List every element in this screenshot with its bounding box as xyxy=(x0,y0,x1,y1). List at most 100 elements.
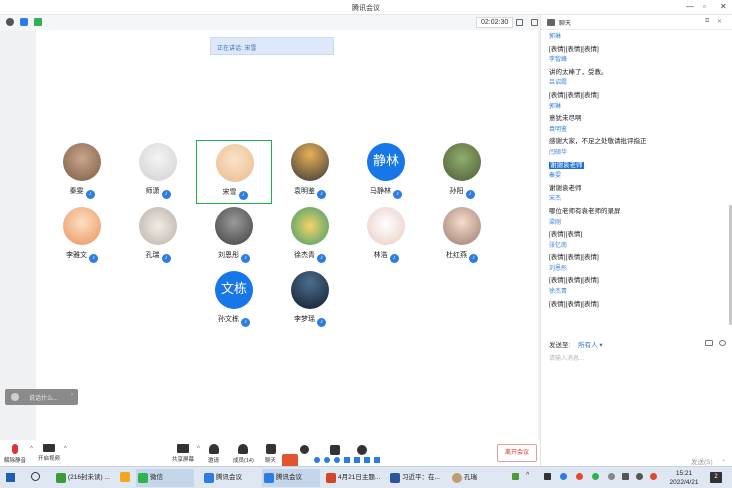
mic-icon: ♪ xyxy=(469,254,478,263)
apps-icon[interactable] xyxy=(330,445,340,455)
network-icon[interactable] xyxy=(636,473,643,480)
avatar xyxy=(291,207,329,245)
chevron-up-icon[interactable]: ^ xyxy=(197,446,200,452)
invite-button[interactable]: 邀请 xyxy=(208,444,219,464)
chat-sender: 刘恩彤 xyxy=(549,265,568,272)
participant-tile[interactable]: 孔瑞 ♪ xyxy=(120,204,196,268)
tray-expand-icon[interactable]: ^ xyxy=(526,472,529,479)
tray-app-icon[interactable] xyxy=(576,473,583,480)
send-button[interactable]: 发送(S) xyxy=(691,456,713,466)
taskbar-app-user[interactable]: 孔瑞 xyxy=(450,469,500,487)
info-icon[interactable] xyxy=(6,18,14,26)
participant-tile[interactable]: 林浩 ♪ xyxy=(348,204,424,268)
notification-badge[interactable]: 2 xyxy=(710,472,722,483)
volume-icon[interactable] xyxy=(622,473,629,480)
ime-icon[interactable] xyxy=(314,457,320,463)
taskbar-app-tencent-meeting-2[interactable]: 腾讯会议 xyxy=(262,469,320,487)
tray-app-icon[interactable] xyxy=(544,473,551,480)
folder-icon[interactable] xyxy=(120,472,130,482)
mic-icon: ♪ xyxy=(465,190,475,199)
popout-icon[interactable]: ⧉ xyxy=(705,18,709,25)
participant-tile[interactable]: 李雅文 ♪ xyxy=(44,204,120,268)
chat-input[interactable]: 请输入消息... xyxy=(549,353,584,362)
mic-icon: ♪ xyxy=(389,254,399,263)
layout-icon[interactable] xyxy=(531,19,538,26)
participant-tile[interactable]: 李梦瑶 ♪ xyxy=(272,268,348,332)
mute-button[interactable]: 解除静音 xyxy=(4,444,26,464)
chat-icon xyxy=(547,19,555,26)
avatar xyxy=(443,143,481,181)
tray-app-icon[interactable] xyxy=(608,473,615,480)
leave-meeting-button[interactable]: 离开会议 xyxy=(497,444,537,462)
keyboard-icon[interactable] xyxy=(11,393,19,401)
members-icon xyxy=(238,444,249,454)
members-button[interactable]: 成员(14) xyxy=(233,444,254,464)
minimize-button[interactable]: — xyxy=(686,2,694,11)
mic-icon: ♪ xyxy=(317,254,326,263)
word-icon xyxy=(390,473,400,483)
taskbar-app-ppt[interactable]: 4月21日主题... xyxy=(324,469,384,487)
participant-name: 孔瑞 xyxy=(145,252,160,259)
chat-message-selected[interactable]: 谢谢袁老师 xyxy=(549,161,584,169)
chat-sender: 吕诏霞 xyxy=(549,80,568,87)
settings-icon[interactable] xyxy=(357,445,367,455)
taskbar-app-wechat[interactable]: 微信 xyxy=(136,469,194,487)
speaking-banner: 正在讲话: 宋雪 xyxy=(210,37,334,55)
ime-icon[interactable] xyxy=(364,457,370,463)
taskbar-app-word[interactable]: 习近平：在... xyxy=(388,469,446,487)
ime-toolbar[interactable] xyxy=(306,455,386,465)
screenshot-icon[interactable] xyxy=(719,340,726,346)
participant-tile-speaking[interactable]: 宋雪 ♪ xyxy=(196,140,272,204)
participant-tile[interactable]: 师潇 ♪ xyxy=(120,140,196,204)
participant-name: 孙阳 xyxy=(449,188,464,195)
meeting-control-bar: 解除静音 ^ 开启视频 ^ 共享屏幕 ^ 邀请 成员(14) 聊天 xyxy=(0,440,540,467)
chat-message-list: 郭琳 [表情][表情][表情] 李智峰 讲的太棒了，受教。 吕诏霞 [表情][表… xyxy=(549,32,725,310)
chat-message: [表情][表情] xyxy=(549,231,583,239)
signal-icon xyxy=(34,18,42,26)
fullscreen-icon[interactable] xyxy=(516,19,523,26)
chevron-up-icon[interactable]: ^ xyxy=(30,446,33,452)
floating-mini-toolbar[interactable]: 说话什么... › xyxy=(5,389,78,405)
ime-icon[interactable] xyxy=(324,457,330,463)
participant-tile[interactable]: 静林 马静林 ♪ xyxy=(348,140,424,204)
ime-icon[interactable] xyxy=(354,457,360,463)
tray-app-icon[interactable] xyxy=(650,473,657,480)
participant-tile[interactable]: 文栋 孙文栋 ♪ xyxy=(196,268,272,332)
send-to-select[interactable]: 所有人 ▾ xyxy=(578,342,603,349)
video-button[interactable]: 开启视频 xyxy=(38,444,60,462)
ime-icon[interactable] xyxy=(344,457,350,463)
maximize-button[interactable]: ▫ xyxy=(703,2,706,11)
shield-icon[interactable] xyxy=(20,18,28,26)
windows-start-icon[interactable] xyxy=(6,473,15,482)
close-icon[interactable]: ✕ xyxy=(717,18,722,25)
participant-tile[interactable]: 徐杰青 ♪ xyxy=(272,204,348,268)
participant-tile[interactable]: 刘恩彤 ♪ xyxy=(196,204,272,268)
ime-icon[interactable] xyxy=(334,457,340,463)
participant-tile[interactable]: 杜红燕 ♪ xyxy=(424,204,500,268)
chevron-right-icon[interactable]: › xyxy=(71,392,73,398)
close-button[interactable]: ✕ xyxy=(720,2,727,11)
participant-tile[interactable]: 孙阳 ♪ xyxy=(424,140,500,204)
chevron-up-icon[interactable]: ^ xyxy=(64,446,67,452)
ime-icon[interactable] xyxy=(374,457,380,463)
share-screen-button[interactable]: 共享屏幕 xyxy=(172,444,194,463)
record-icon[interactable] xyxy=(300,445,309,454)
chat-sender: 张忆南 xyxy=(549,242,568,249)
tray-app-icon[interactable] xyxy=(560,473,567,480)
tray-app-icon[interactable] xyxy=(592,473,599,480)
taskbar-app-mail[interactable]: (216封未读) ... xyxy=(54,469,116,487)
mini-input-label[interactable]: 说话什么... xyxy=(29,393,58,402)
avatar xyxy=(291,271,329,309)
participant-tile[interactable]: 秦雯 ♪ xyxy=(44,140,120,204)
tray-app-icon[interactable] xyxy=(512,473,519,480)
taskbar-clock[interactable]: 15:21 2022/4/21 xyxy=(664,469,704,487)
participant-tile[interactable]: 袁明鉴 ♪ xyxy=(272,140,348,204)
chat-button[interactable]: 聊天 xyxy=(265,444,276,464)
file-icon[interactable] xyxy=(705,340,713,346)
search-icon[interactable] xyxy=(31,472,40,481)
user-avatar-icon xyxy=(452,473,462,483)
mic-icon: ♪ xyxy=(161,254,171,263)
taskbar-app-tencent-meeting[interactable]: 腾讯会议 xyxy=(202,469,258,487)
mic-icon: ♪ xyxy=(89,254,98,263)
chevron-down-icon[interactable]: ⌄ xyxy=(721,456,726,463)
